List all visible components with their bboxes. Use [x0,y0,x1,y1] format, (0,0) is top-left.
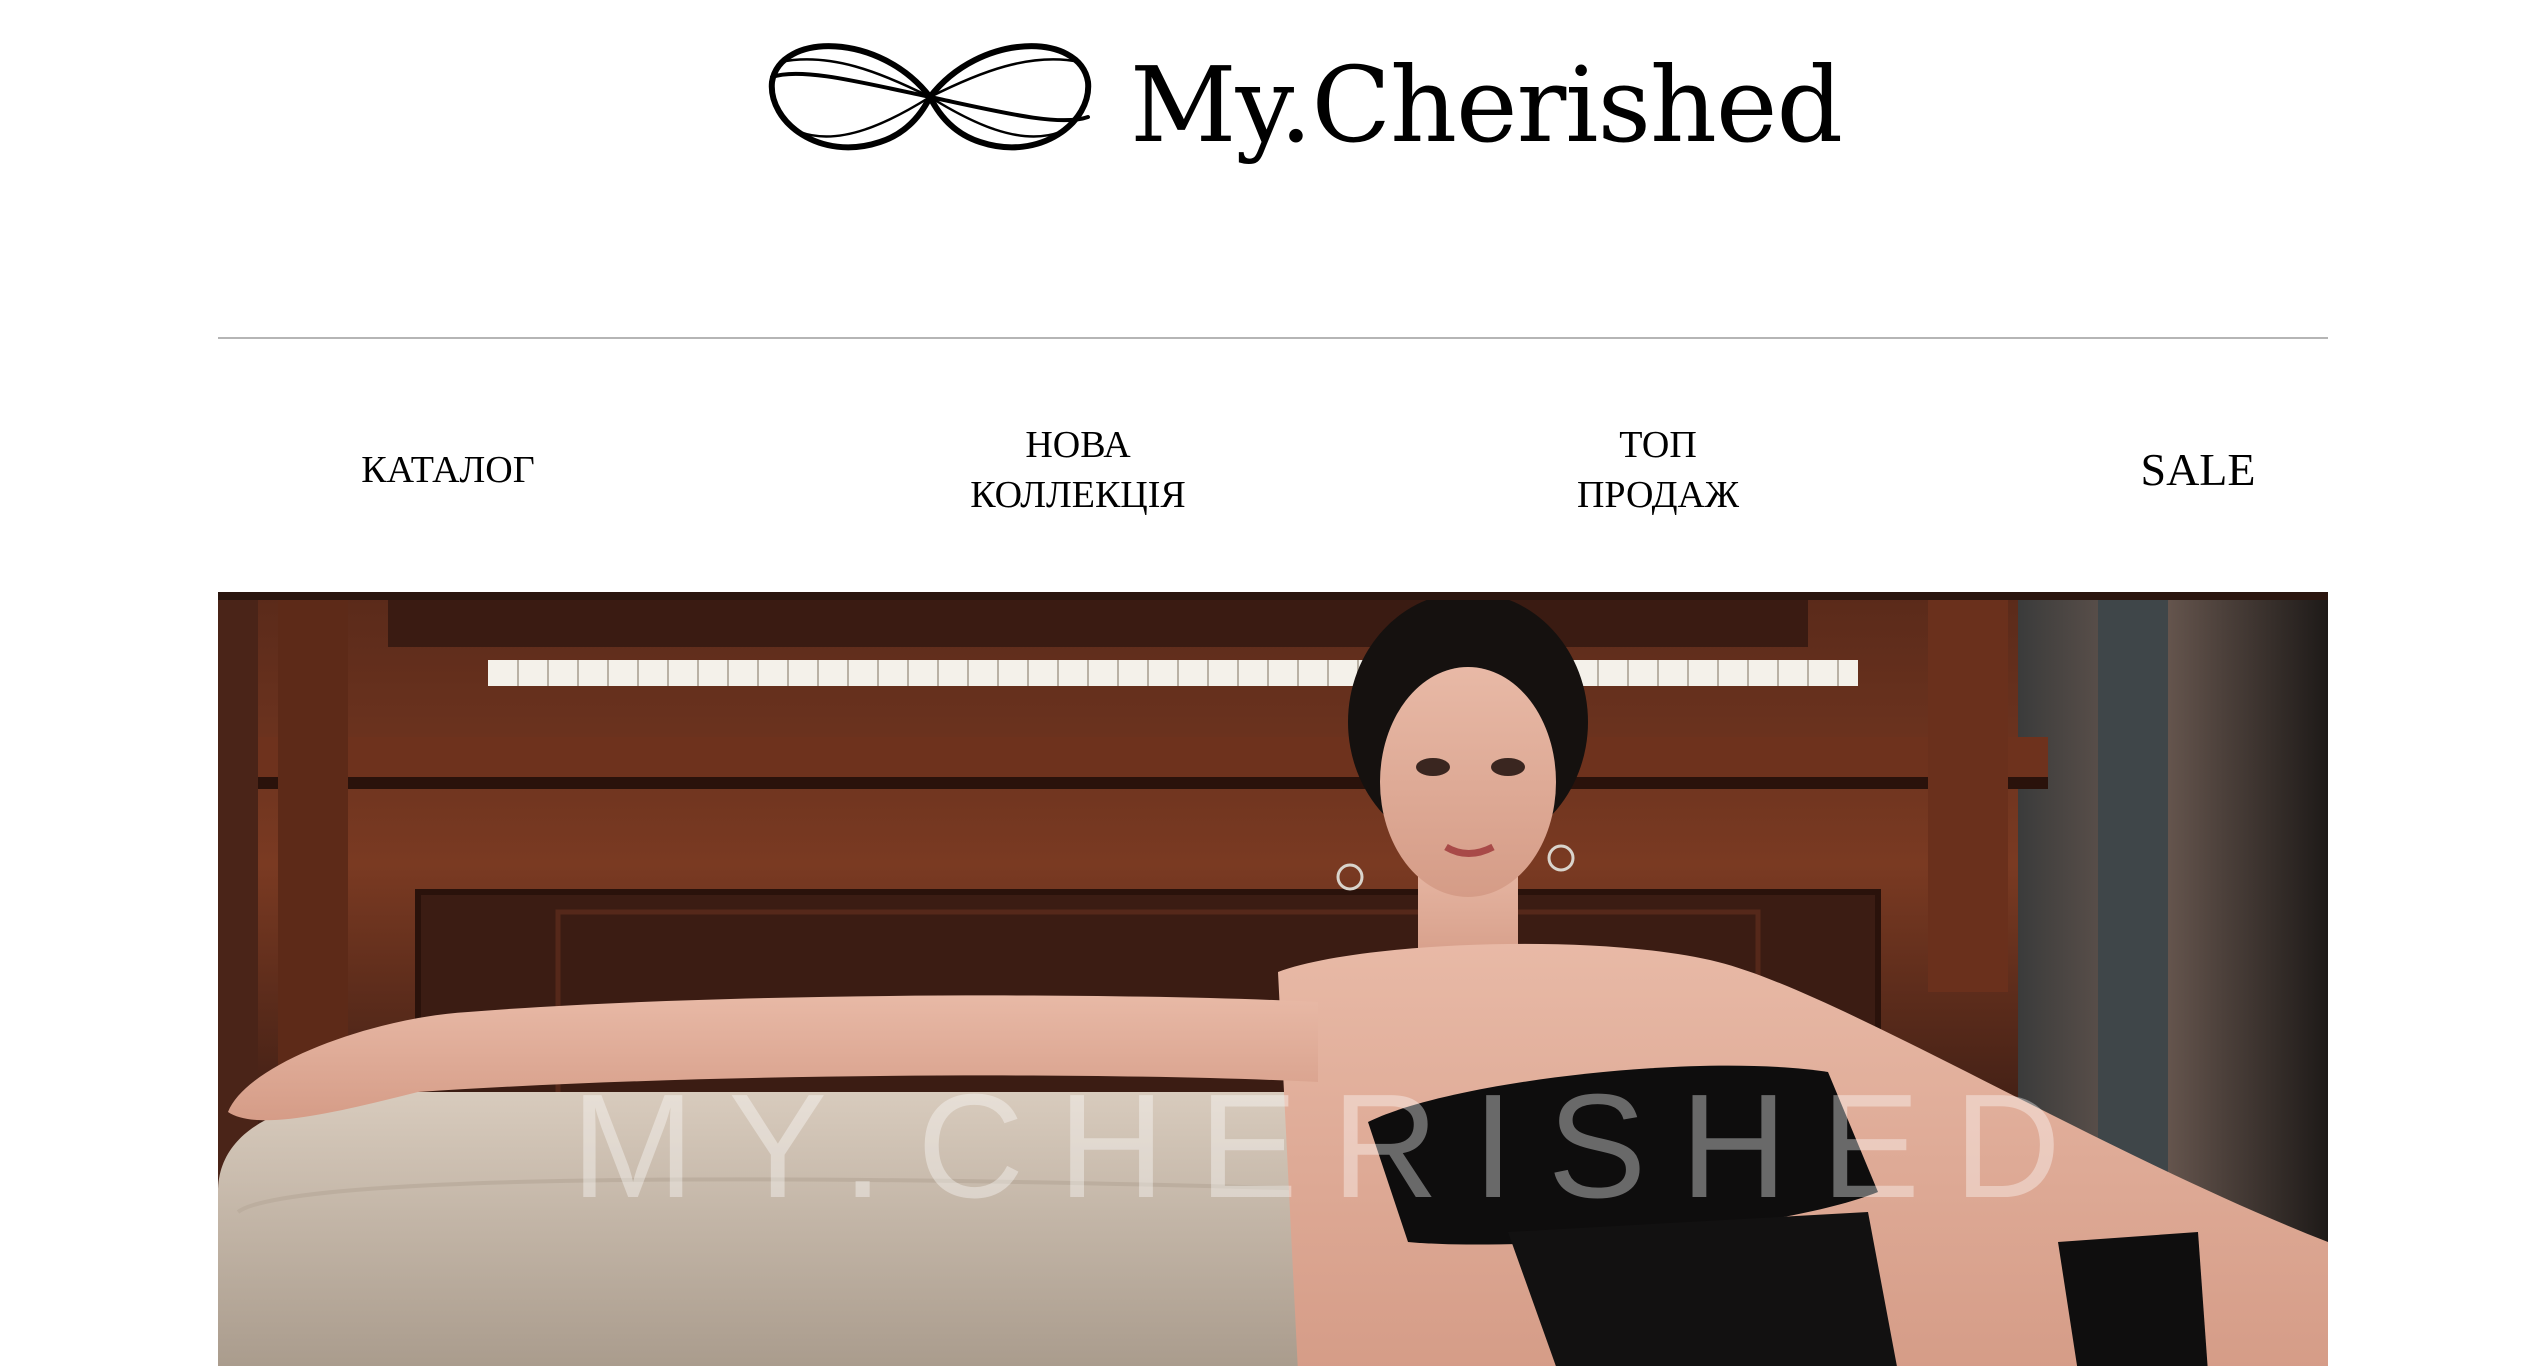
infinity-swirl-logo-icon [768,43,1092,151]
hero-banner[interactable]: MY.CHERISHED [218,592,2328,1366]
main-nav: КАТАЛОГ НОВА КОЛЛЕКЦІЯ ТОП ПРОДАЖ SALE [218,400,2328,540]
hero-watermark: MY.CHERISHED [571,1064,2095,1229]
nav-item-top-sales[interactable]: ТОП ПРОДАЖ [1488,400,1828,540]
nav-item-sale[interactable]: SALE [2098,400,2298,540]
home-logo-link[interactable]: My.Cherished [760,22,1870,192]
nav-item-catalog[interactable]: КАТАЛОГ [298,400,598,540]
header-divider [218,337,2328,339]
nav-item-new-collection[interactable]: НОВА КОЛЛЕКЦІЯ [878,400,1278,540]
site-header: My.Cherished [0,0,2546,200]
brand-name: My.Cherished [1130,44,1843,166]
hero-photo [218,592,2328,1366]
